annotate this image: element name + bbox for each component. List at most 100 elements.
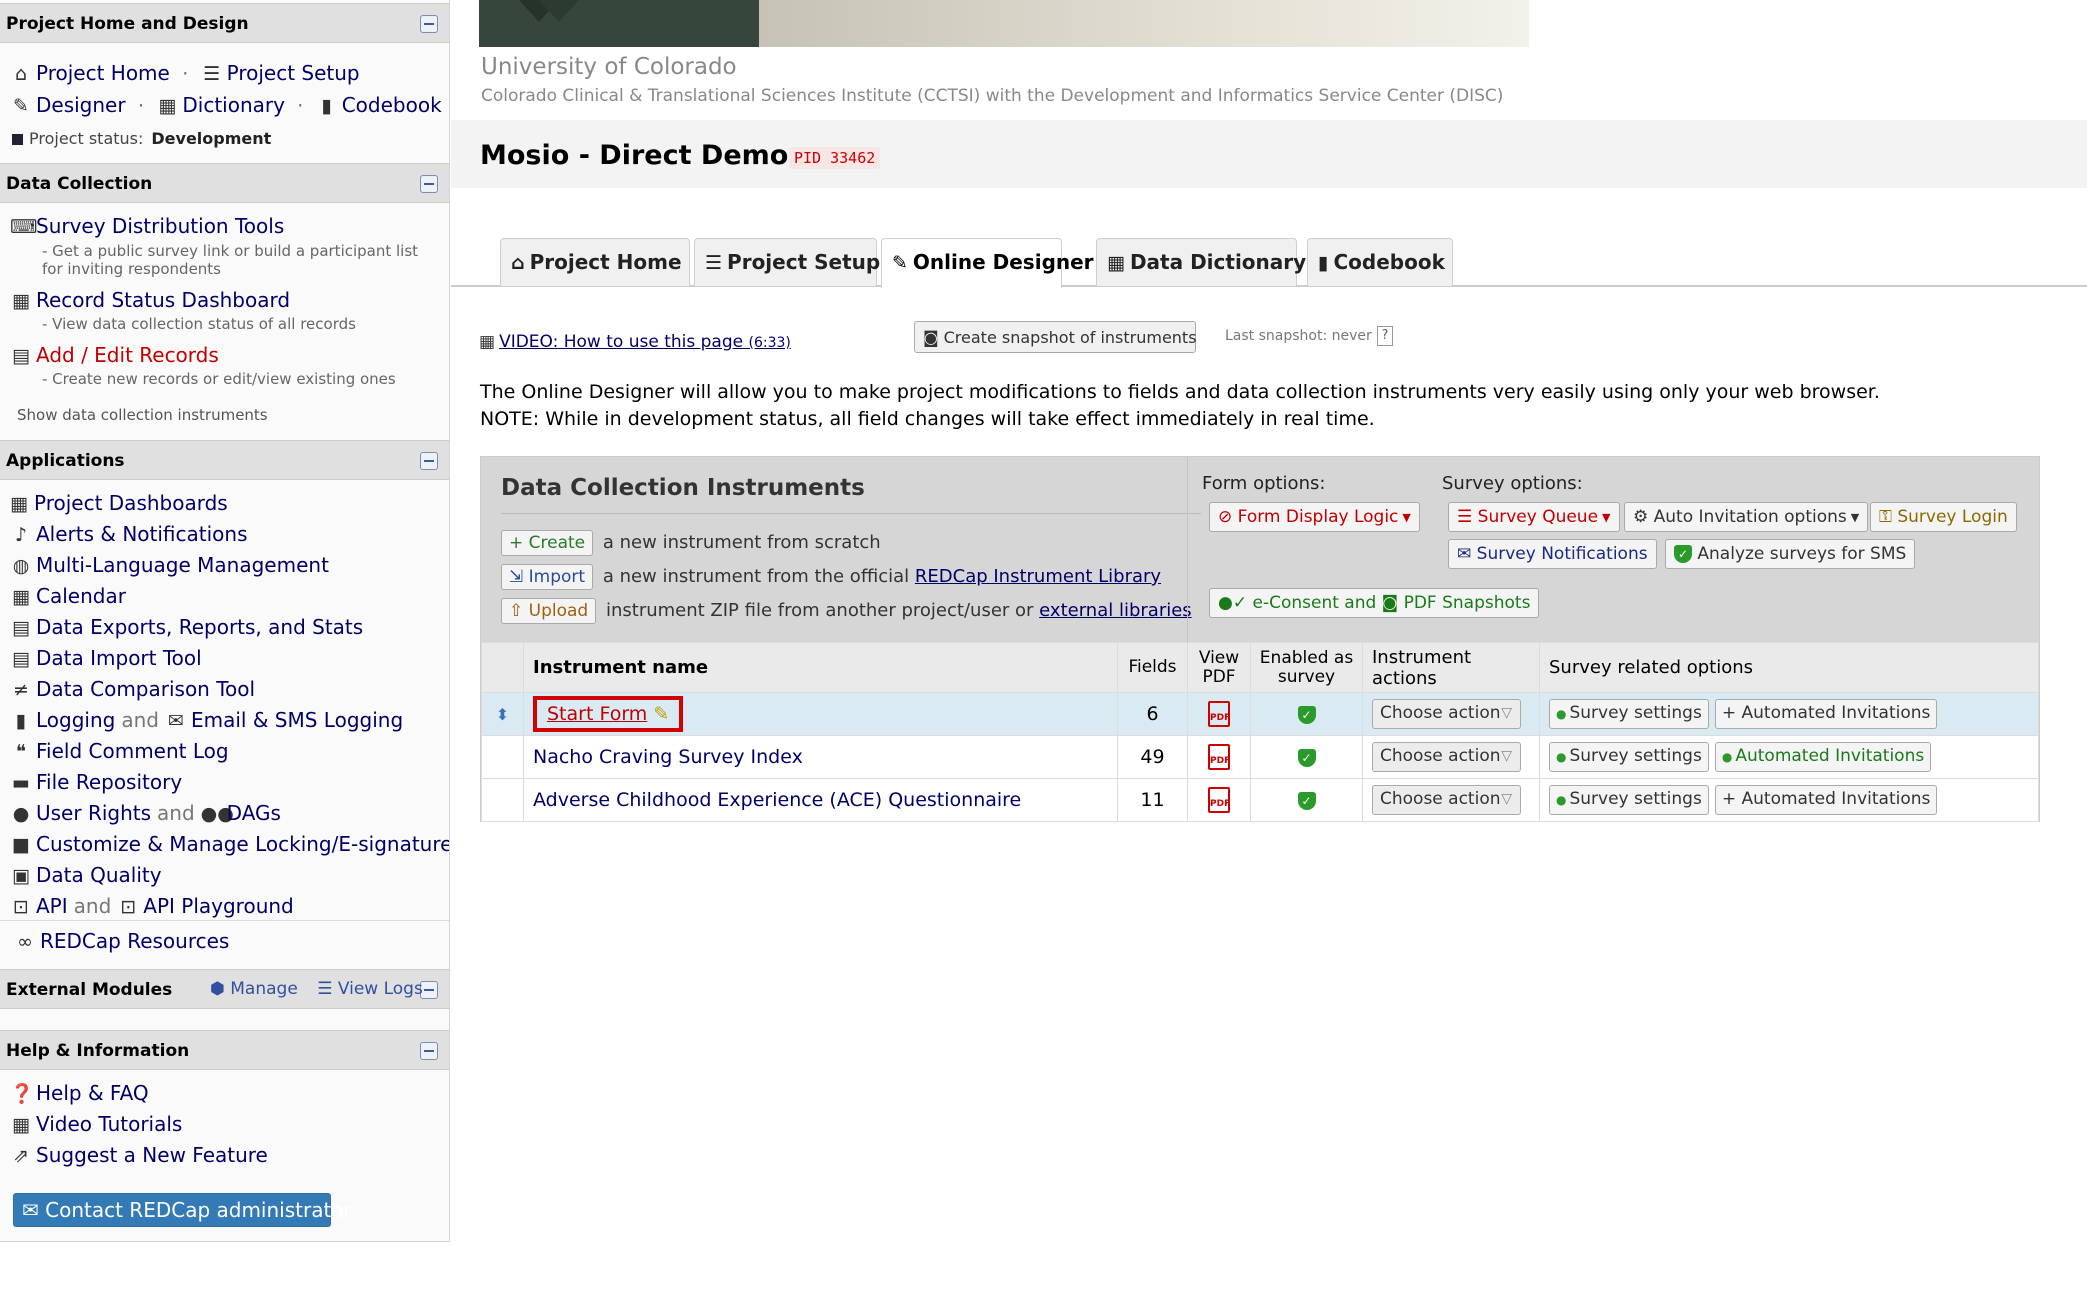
locking-link[interactable]: Customize & Manage Locking/E-signatures — [36, 832, 449, 856]
drag-handle[interactable]: ⬍ — [481, 692, 524, 736]
tab-label: Project Home — [529, 250, 682, 274]
survey-settings-button[interactable]: ● Survey settings — [1549, 699, 1709, 729]
sort-column-header — [481, 642, 524, 693]
import-label: Import — [528, 567, 586, 587]
comments-icon: ❝ — [15, 741, 27, 763]
view-logs-link[interactable]: View Logs — [338, 979, 423, 999]
api-playground-link[interactable]: API Playground — [143, 894, 293, 918]
calendar-link[interactable]: Calendar — [36, 584, 126, 608]
survey-distribution-link[interactable]: Survey Distribution Tools — [36, 214, 284, 238]
drag-handle[interactable] — [481, 735, 524, 779]
field-comment-log-link[interactable]: Field Comment Log — [36, 739, 229, 763]
email-sms-icon: ✉ — [168, 710, 184, 732]
data-import-link[interactable]: Data Import Tool — [36, 646, 202, 670]
camera-icon: ◙ — [1381, 593, 1404, 613]
survey-settings-label: Survey settings — [1569, 789, 1702, 809]
add-edit-records: ▤ Add / Edit Records — [10, 343, 219, 367]
record-status-link[interactable]: Record Status Dashboard — [36, 288, 290, 312]
instrument-link[interactable]: Start Form — [547, 703, 647, 725]
suggest-feature-link[interactable]: Suggest a New Feature — [36, 1143, 268, 1167]
analyze-sms-button[interactable]: ✓ Analyze surveys for SMS — [1665, 539, 1916, 569]
auto-invitation-options-button[interactable]: ⚙ Auto Invitation options ▼ — [1624, 502, 1869, 532]
tab-project-setup[interactable]: ☰ Project Setup — [694, 238, 880, 286]
tab-online-designer[interactable]: ✎ Online Designer — [881, 238, 1094, 288]
contact-admin-button[interactable]: ✉ Contact REDCap administrator — [13, 1193, 352, 1227]
collapse-icon[interactable] — [420, 175, 438, 193]
survey-login-button[interactable]: ⚿ Survey Login — [1870, 502, 2017, 532]
automated-invitations-button[interactable]: + Automated Invitations — [1714, 699, 1938, 729]
pdf-icon[interactable]: PDF — [1208, 744, 1230, 770]
header-survey-options: Survey related options — [1539, 642, 2039, 693]
dictionary-link[interactable]: Dictionary — [182, 93, 285, 117]
project-home-link[interactable]: Project Home — [36, 61, 170, 85]
automated-invitations-button[interactable]: + Automated Invitations — [1714, 785, 1938, 815]
enabled-survey-cell: ✓ — [1250, 778, 1363, 822]
user-rights-link[interactable]: User Rights — [36, 801, 151, 825]
data-quality-link[interactable]: Data Quality — [36, 863, 162, 887]
tab-data-dictionary[interactable]: ▦ Data Dictionary — [1096, 238, 1306, 286]
video-tutorials-link[interactable]: Video Tutorials — [36, 1112, 182, 1136]
survey-settings-button[interactable]: ● Survey settings — [1549, 785, 1709, 815]
email-sms-logging-link[interactable]: Email & SMS Logging — [191, 708, 403, 732]
divider — [0, 920, 449, 921]
automated-invitations-button[interactable]: ● Automated Invitations — [1714, 742, 1932, 772]
choose-action-dropdown[interactable]: Choose action — [1372, 742, 1521, 772]
help-suggest: ⇗ Suggest a New Feature — [10, 1143, 268, 1167]
automated-invitations-label: Automated Invitations — [1735, 746, 1925, 766]
file-repository-link[interactable]: File Repository — [36, 770, 182, 794]
choose-action-dropdown[interactable]: Choose action — [1372, 699, 1521, 729]
designer-link[interactable]: Designer — [36, 93, 126, 117]
collapse-icon[interactable] — [420, 1042, 438, 1060]
pdf-icon[interactable]: PDF — [1208, 787, 1230, 813]
help-question-icon[interactable]: ? — [1377, 326, 1393, 346]
instrument-link[interactable]: Nacho Craving Survey Index — [533, 746, 803, 768]
add-edit-records-link[interactable]: Add / Edit Records — [36, 343, 219, 367]
logging-link[interactable]: Logging — [36, 708, 115, 732]
collapse-icon[interactable] — [420, 452, 438, 470]
tab-codebook[interactable]: ▮ Codebook — [1307, 238, 1453, 286]
create-snapshot-button[interactable]: ◙ Create snapshot of instruments — [914, 321, 1197, 353]
project-dashboards-link[interactable]: Project Dashboards — [34, 491, 228, 515]
multi-language-link[interactable]: Multi-Language Management — [36, 553, 329, 577]
checklist-icon: ☰ — [203, 63, 221, 85]
app-alerts: ♪ Alerts & Notifications — [10, 522, 248, 546]
header-instrument-actions: Instrument actions — [1362, 642, 1540, 693]
pencil-icon[interactable]: ✎ — [653, 703, 669, 725]
data-comparison-link[interactable]: Data Comparison Tool — [36, 677, 255, 701]
api-link[interactable]: API — [36, 894, 68, 918]
upload-instrument-button[interactable]: ⇧ Upload — [501, 598, 597, 624]
codebook-link[interactable]: Codebook — [342, 93, 442, 117]
redcap-resources-link[interactable]: REDCap Resources — [40, 929, 229, 953]
choose-action-dropdown[interactable]: Choose action — [1372, 785, 1521, 815]
analyze-sms-label: Analyze surveys for SMS — [1697, 544, 1907, 564]
manage-link[interactable]: Manage — [230, 979, 298, 999]
tab-project-home[interactable]: ⌂ Project Home — [500, 238, 690, 286]
dags-link[interactable]: DAGs — [227, 801, 281, 825]
collapse-icon[interactable] — [420, 15, 438, 33]
alerts-link[interactable]: Alerts & Notifications — [36, 522, 248, 546]
create-instrument-button[interactable]: + Create — [501, 530, 594, 556]
import-instrument-button[interactable]: ⇲ Import — [501, 564, 594, 590]
help-faq-link[interactable]: Help & FAQ — [36, 1081, 149, 1105]
instrument-link[interactable]: Adverse Childhood Experience (ACE) Quest… — [533, 789, 1021, 811]
pdf-icon[interactable]: PDF — [1208, 701, 1230, 727]
data-exports-link[interactable]: Data Exports, Reports, and Stats — [36, 615, 363, 639]
survey-settings-button[interactable]: ● Survey settings — [1549, 742, 1709, 772]
survey-notifications-button[interactable]: ✉ Survey Notifications — [1448, 539, 1657, 569]
separator: · — [137, 95, 144, 117]
project-setup-link[interactable]: Project Setup — [227, 61, 360, 85]
drag-handle[interactable] — [481, 778, 524, 822]
header-enabled-line2: survey — [1277, 666, 1336, 687]
external-libraries-link[interactable]: external libraries — [1039, 600, 1192, 621]
survey-settings-label: Survey settings — [1569, 703, 1702, 723]
video-tutorial-link[interactable]: ▦ VIDEO: How to use this page (6:33) — [479, 332, 791, 352]
show-instruments-link[interactable]: Show data collection instruments — [17, 406, 268, 424]
header-view-pdf-line1: View — [1198, 647, 1240, 668]
econsent-pdf-snapshots-button[interactable]: ●✓ e-Consent and ◙ PDF Snapshots — [1209, 588, 1540, 618]
app-api: ⊡ API and ⊡ API Playground — [10, 894, 294, 918]
survey-queue-button[interactable]: ☰ Survey Queue ▼ — [1448, 502, 1620, 532]
external-modules-links: ⬢ Manage ☰ View Logs — [210, 979, 437, 999]
project-home-design-row-2: ✎ Designer · ▦ Dictionary · ▮ Codebook — [10, 93, 442, 117]
instrument-library-link[interactable]: REDCap Instrument Library — [915, 566, 1161, 587]
form-display-logic-button[interactable]: ⊘ Form Display Logic ▼ — [1209, 502, 1420, 532]
